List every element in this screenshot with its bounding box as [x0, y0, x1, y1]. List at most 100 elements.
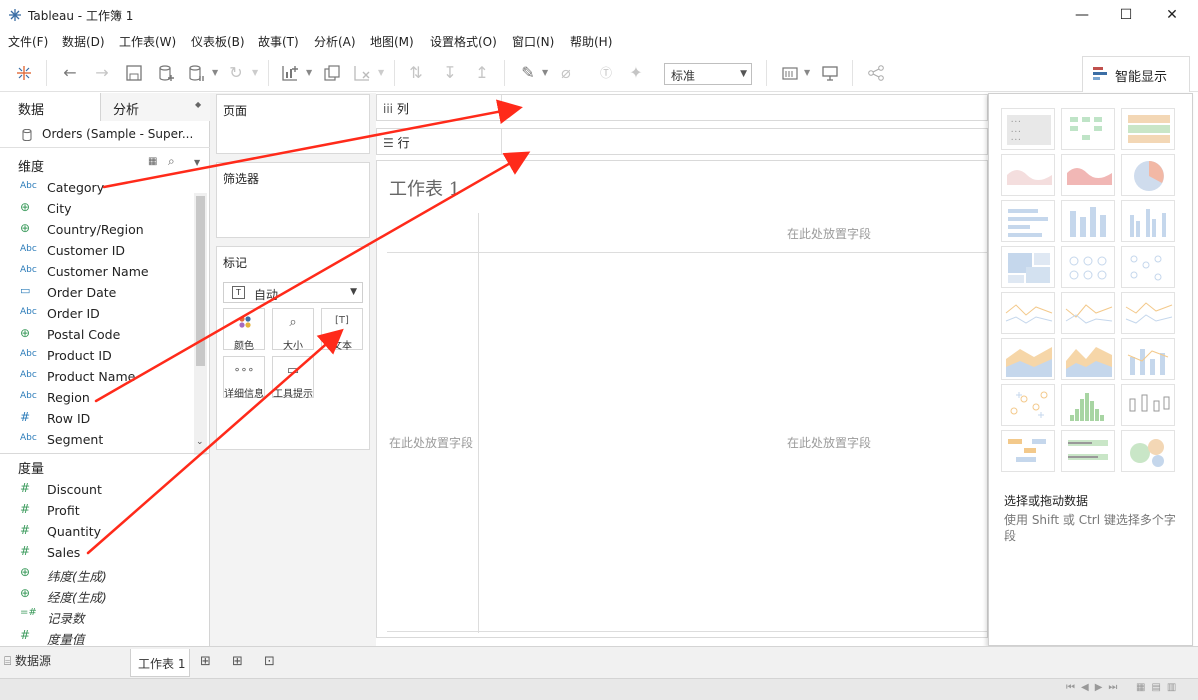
dual-lines-thumb[interactable] — [1121, 292, 1175, 334]
measure-field-discount[interactable]: # Discount — [0, 479, 194, 500]
chevron-down-icon[interactable]: ▼ — [378, 68, 384, 77]
sort-descending-icon[interactable]: ↥ — [472, 63, 492, 83]
histogram-thumb[interactable] — [1061, 384, 1115, 426]
sheet-title[interactable]: 工作表 1 — [389, 175, 460, 201]
packed-bubbles-thumb[interactable] — [1121, 430, 1175, 472]
area-continuous-thumb[interactable] — [1001, 338, 1055, 380]
tab-analysis[interactable]: 分析 ◆ — [101, 93, 210, 121]
dimension-field-country-region[interactable]: ⊕ Country/Region — [0, 219, 194, 240]
dimension-field-product-name[interactable]: Abc Product Name — [0, 366, 194, 387]
view-mode-icon[interactable]: ▦ — [148, 156, 157, 167]
scatter-plot-thumb[interactable] — [1001, 384, 1055, 426]
filled-map-thumb[interactable] — [1061, 154, 1115, 196]
text-table-thumb[interactable]: • • • • • • • • • — [1001, 108, 1055, 150]
close-button[interactable]: ✕ — [1162, 5, 1182, 25]
chevron-down-icon[interactable]: ▼ — [306, 68, 312, 77]
show-mark-labels-icon[interactable]: Ⓣ — [596, 63, 616, 83]
dimension-field-region[interactable]: Abc Region — [0, 387, 194, 408]
menu-data[interactable]: 数据(D) — [62, 33, 105, 50]
dimension-field-product-id[interactable]: Abc Product ID — [0, 345, 194, 366]
side-by-side-circles-thumb[interactable] — [1121, 246, 1175, 288]
new-dashboard-icon[interactable]: ⊞ — [232, 654, 243, 669]
chevron-down-icon[interactable]: ▼ — [804, 68, 810, 77]
scroll-down-icon[interactable]: ⌄ — [196, 437, 204, 447]
measure-field-latitude[interactable]: ⊕ 纬度(生成) — [0, 563, 194, 584]
columns-shelf[interactable]: iii 列 — [376, 94, 988, 121]
symbol-map-thumb[interactable] — [1001, 154, 1055, 196]
new-worksheet-icon[interactable]: ⊞ — [200, 654, 211, 669]
maximize-button[interactable]: ☐ — [1116, 5, 1136, 25]
measure-field-quantity[interactable]: # Quantity — [0, 521, 194, 542]
rows-shelf[interactable]: ☰ 行 — [376, 128, 988, 155]
undo-icon[interactable]: ← — [60, 63, 80, 83]
measure-field-longitude[interactable]: ⊕ 经度(生成) — [0, 584, 194, 605]
sheet-tab-1[interactable]: 工作表 1 — [130, 649, 190, 677]
dimension-field-customer-name[interactable]: Abc Customer Name — [0, 261, 194, 282]
new-story-icon[interactable]: ⊡ — [264, 654, 275, 669]
share-icon[interactable] — [866, 63, 886, 83]
redo-icon[interactable]: → — [92, 63, 112, 83]
tooltip-mark-button[interactable]: ▭ 工具提示 — [272, 356, 314, 400]
discrete-lines-thumb[interactable] — [1061, 292, 1115, 334]
menu-help[interactable]: 帮助(H) — [570, 33, 612, 50]
dimension-field-city[interactable]: ⊕ City — [0, 198, 194, 219]
heat-map-thumb[interactable] — [1061, 108, 1115, 150]
text-mark-button[interactable]: [T] 文本 — [321, 308, 363, 352]
show-me-toggle[interactable]: 智能显示 — [1082, 56, 1190, 92]
gantt-chart-thumb[interactable] — [1001, 430, 1055, 472]
dual-combination-thumb[interactable] — [1121, 338, 1175, 380]
circle-views-thumb[interactable] — [1061, 246, 1115, 288]
fix-axes-icon[interactable]: ✦ — [626, 63, 646, 83]
highlight-icon[interactable]: ✎ — [518, 63, 538, 83]
horizontal-bars-thumb[interactable] — [1001, 200, 1055, 242]
dimensions-scroll-thumb[interactable] — [196, 196, 205, 366]
measure-field-measure-values[interactable]: # 度量值 — [0, 626, 194, 647]
filters-card[interactable]: 筛选器 — [216, 162, 370, 238]
mark-type-select[interactable]: T 自动 ▼ — [223, 282, 363, 303]
chevron-down-icon[interactable]: ▼ — [252, 68, 258, 77]
dimension-field-category[interactable]: Abc Category — [0, 177, 194, 198]
box-plot-thumb[interactable] — [1121, 384, 1175, 426]
duplicate-sheet-icon[interactable] — [322, 63, 342, 83]
search-icon[interactable]: ⌕ — [168, 154, 175, 169]
rows-drop-zone[interactable]: 在此处放置字段 — [389, 434, 473, 451]
columns-drop-zone[interactable]: 在此处放置字段 — [787, 225, 871, 242]
datasource-tab[interactable]: ⌸ 数据源 — [4, 652, 51, 674]
treemap-thumb[interactable] — [1001, 246, 1055, 288]
pages-card[interactable]: 页面 — [216, 94, 370, 154]
stacked-bars-thumb[interactable] — [1061, 200, 1115, 242]
menu-window[interactable]: 窗口(N) — [512, 33, 554, 50]
chevron-down-icon[interactable]: ▼ — [542, 68, 548, 77]
highlight-table-thumb[interactable] — [1121, 108, 1175, 150]
pause-updates-icon[interactable] — [186, 63, 206, 83]
swap-rows-columns-icon[interactable]: ⇅ — [406, 63, 426, 83]
tableau-home-icon[interactable] — [14, 63, 34, 83]
presentation-mode-icon[interactable] — [820, 63, 840, 83]
tab-data[interactable]: 数据 — [0, 93, 101, 121]
datasource-entry[interactable]: Orders (Sample - Super... — [0, 122, 210, 148]
tab-toggle-icon[interactable]: ◆ — [195, 100, 201, 109]
menu-format[interactable]: 设置格式(O) — [430, 33, 497, 50]
dimension-field-postal-code[interactable]: ⊕ Postal Code — [0, 324, 194, 345]
detail-mark-button[interactable]: ∘∘∘ 详细信息 — [223, 356, 265, 400]
dimension-field-order-date[interactable]: ▭ Order Date — [0, 282, 194, 303]
bullet-graph-thumb[interactable] — [1061, 430, 1115, 472]
measure-field-record-count[interactable]: =# 记录数 — [0, 605, 194, 626]
measure-field-profit[interactable]: # Profit — [0, 500, 194, 521]
dimension-field-row-id[interactable]: # Row ID — [0, 408, 194, 429]
menu-worksheet[interactable]: 工作表(W) — [119, 33, 176, 50]
new-worksheet-icon[interactable] — [280, 63, 300, 83]
menu-map[interactable]: 地图(M) — [370, 33, 414, 50]
sort-ascending-icon[interactable]: ↧ — [440, 63, 460, 83]
pie-chart-thumb[interactable] — [1121, 154, 1175, 196]
sheet-nav-icons[interactable]: ⏮◀▶⏭ — [1066, 682, 1123, 693]
area-discrete-thumb[interactable] — [1061, 338, 1115, 380]
fit-select[interactable]: 标准 ▼ — [664, 63, 752, 85]
clear-sheet-icon[interactable] — [352, 63, 372, 83]
dimension-field-segment[interactable]: Abc Segment — [0, 429, 194, 450]
view-drop-zone[interactable]: 在此处放置字段 — [787, 434, 871, 451]
view-mode-icons[interactable]: ▦▤▥ — [1136, 682, 1182, 693]
measure-field-sales[interactable]: # Sales — [0, 542, 194, 563]
minimize-button[interactable]: — — [1072, 5, 1092, 25]
color-mark-button[interactable]: 颜色 — [223, 308, 265, 352]
